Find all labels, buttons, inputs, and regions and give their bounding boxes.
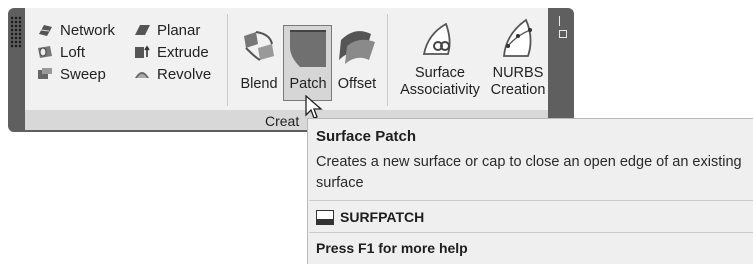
panel-title: Creat — [265, 113, 300, 129]
surface-associativity-label-line1: Surface — [415, 65, 465, 81]
network-button[interactable]: Network — [36, 19, 115, 41]
network-surface-icon — [39, 25, 52, 36]
sweep-button[interactable]: Sweep — [36, 63, 115, 85]
nurbs-creation-icon — [503, 18, 532, 57]
blend-surface-icon — [244, 31, 274, 61]
surface-associativity-icon — [422, 22, 451, 55]
revolve-button[interactable]: Revolve — [133, 63, 211, 85]
surface-associativity-button[interactable] — [418, 18, 462, 67]
create-tools-column-2: Planar Extrude Revolve — [133, 19, 211, 85]
offset-button[interactable] — [335, 24, 379, 73]
panel-pin-icon[interactable] — [559, 16, 567, 26]
nurbs-creation-label-line1: NURBS — [492, 65, 544, 81]
separator — [227, 14, 228, 106]
tooltip-command: SURFPATCH — [340, 209, 425, 225]
panel-grip-handle[interactable] — [10, 16, 22, 48]
extrude-label: Extrude — [157, 43, 209, 61]
tooltip-description: Creates a new surface or cap to close an… — [316, 154, 742, 191]
patch-button[interactable] — [286, 27, 330, 76]
extrude-surface-icon — [135, 45, 150, 58]
loft-label: Loft — [60, 43, 86, 61]
loft-surface-icon — [38, 46, 52, 58]
surface-associativity-label: Surface Associativity — [396, 65, 484, 99]
offset-surface-icon — [339, 31, 375, 64]
revolve-surface-icon — [135, 72, 149, 78]
tooltip-help: Press F1 for more help — [316, 240, 468, 256]
patch-surface-icon — [290, 30, 326, 67]
separator — [387, 14, 388, 106]
nurbs-creation-label-line2: Creation — [490, 82, 546, 98]
blend-button[interactable] — [236, 24, 280, 73]
sweep-surface-icon — [38, 68, 52, 79]
command-line-icon — [316, 210, 334, 225]
planar-label: Planar — [157, 21, 201, 39]
nurbs-creation-label: NURBS Creation — [484, 65, 552, 99]
planar-surface-icon — [135, 25, 150, 35]
patch-label: Patch — [289, 76, 327, 92]
tooltip-title: Surface Patch — [316, 128, 417, 145]
panel-dialog-launcher-icon[interactable] — [559, 30, 567, 38]
planar-button[interactable]: Planar — [133, 19, 211, 41]
sweep-label: Sweep — [60, 65, 106, 83]
loft-button[interactable]: Loft — [36, 41, 115, 63]
network-label: Network — [60, 21, 116, 39]
tooltip-divider — [309, 232, 753, 233]
extrude-button[interactable]: Extrude — [133, 41, 211, 63]
surface-associativity-label-line2: Associativity — [400, 82, 480, 98]
offset-label: Offset — [337, 76, 377, 92]
tooltip-divider — [309, 200, 753, 201]
nurbs-creation-button[interactable] — [496, 16, 540, 65]
create-tools-column-1: Network Loft Sweep — [36, 19, 115, 85]
revolve-label: Revolve — [157, 65, 212, 83]
blend-label: Blend — [240, 76, 278, 92]
